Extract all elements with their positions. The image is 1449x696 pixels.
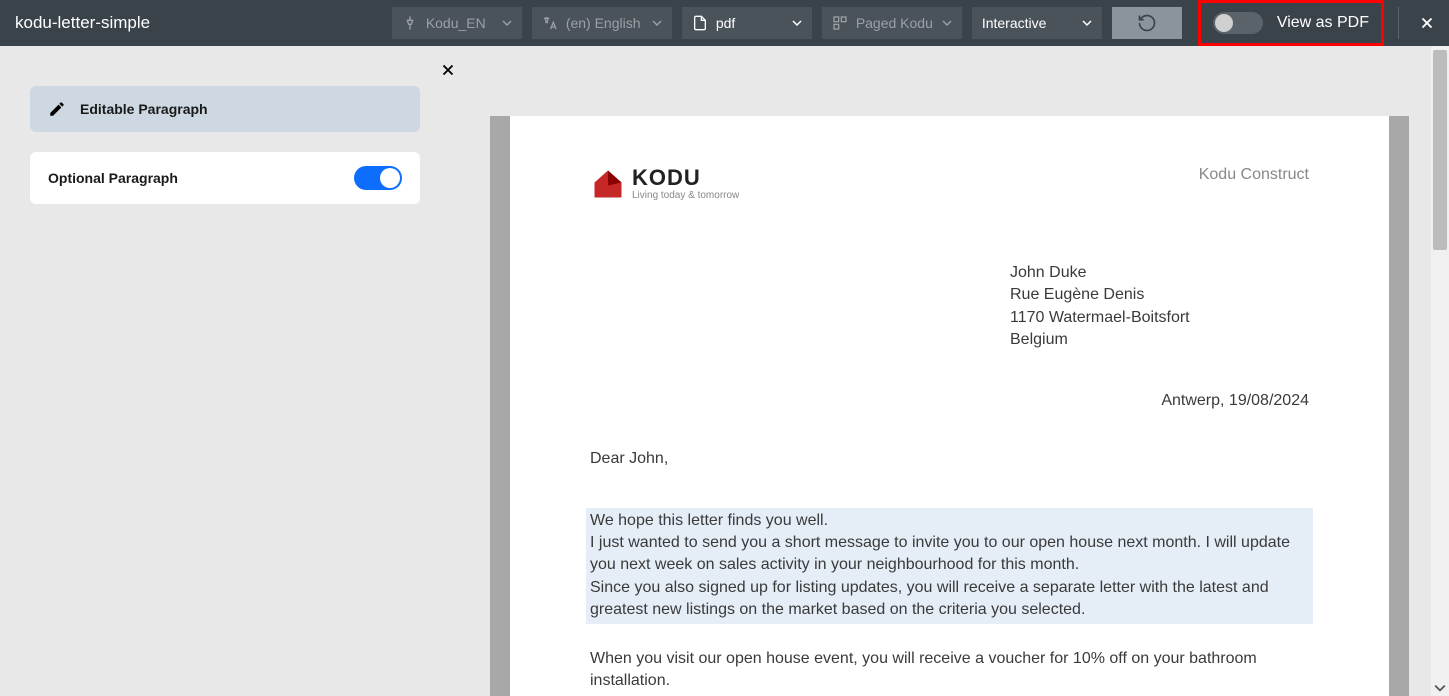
pencil-icon [48,100,66,118]
engine-dropdown[interactable]: Paged Kodu [822,7,962,39]
mode-dropdown-label: Interactive [982,15,1047,31]
page-background: KODU Living today & tomorrow Kodu Constr… [490,116,1409,696]
brand-dropdown-label: Kodu_EN [426,15,486,31]
pin-icon [402,15,418,31]
translate-icon [542,15,558,31]
close-icon [1418,14,1436,32]
house-icon [590,166,626,202]
recipient-country: Belgium [1010,329,1309,351]
page: KODU Living today & tomorrow Kodu Constr… [510,116,1389,696]
recipient-name: John Duke [1010,262,1309,284]
mode-dropdown[interactable]: Interactive [972,7,1102,39]
chevron-down-icon[interactable] [1434,682,1446,694]
scrollbar-thumb[interactable] [1433,50,1447,250]
undo-button[interactable] [1112,7,1182,39]
chevron-down-icon [502,18,512,28]
chevron-down-icon [652,18,662,28]
chevron-down-icon [792,18,802,28]
layout-icon [832,15,848,31]
toolbar: kodu-letter-simple Kodu_EN (en) English … [0,0,1449,46]
chevron-down-icon [1082,18,1092,28]
view-as-pdf-label: View as PDF [1277,14,1369,32]
logo: KODU Living today & tomorrow [590,166,739,202]
sidebar: Editable Paragraph Optional Paragraph [0,46,450,696]
scrollbar[interactable] [1431,46,1449,696]
close-button[interactable] [1415,11,1439,35]
date-line: Antwerp, 19/08/2024 [590,392,1309,410]
undo-icon [1137,13,1157,33]
optional-paragraph-card: Optional Paragraph [30,152,420,204]
document-viewport[interactable]: KODU Living today & tomorrow Kodu Constr… [450,46,1449,696]
language-dropdown[interactable]: (en) English [532,7,672,39]
logo-tagline: Living today & tomorrow [632,191,739,201]
company-name: Kodu Construct [1199,166,1309,184]
engine-dropdown-label: Paged Kodu [856,15,933,31]
file-icon [692,15,708,31]
editable-paragraph-card[interactable]: Editable Paragraph [30,86,420,132]
editable-paragraph-content[interactable]: We hope this letter finds you well. I ju… [586,508,1313,624]
logo-text: KODU [632,167,739,189]
document-title: kodu-letter-simple [10,13,150,33]
format-dropdown-label: pdf [716,15,735,31]
optional-paragraph-label: Optional Paragraph [48,170,178,186]
greeting: Dear John, [590,450,1309,468]
chevron-down-icon [942,18,952,28]
recipient-city: 1170 Watermael-Boitsfort [1010,307,1309,329]
optional-paragraph-content: When you visit our open house event, you… [590,648,1309,693]
format-dropdown[interactable]: pdf [682,7,812,39]
language-dropdown-label: (en) English [566,15,641,31]
view-as-pdf-toggle[interactable] [1213,12,1263,34]
view-as-pdf-highlight: View as PDF [1198,0,1384,46]
brand-dropdown[interactable]: Kodu_EN [392,7,522,39]
recipient-street: Rue Eugène Denis [1010,284,1309,306]
editable-paragraph-label: Editable Paragraph [80,101,208,117]
address-block: John Duke Rue Eugène Denis 1170 Watermae… [1010,262,1309,352]
optional-paragraph-toggle[interactable] [354,166,402,190]
main-area: Editable Paragraph Optional Paragraph KO… [0,46,1449,696]
divider [1398,7,1399,39]
